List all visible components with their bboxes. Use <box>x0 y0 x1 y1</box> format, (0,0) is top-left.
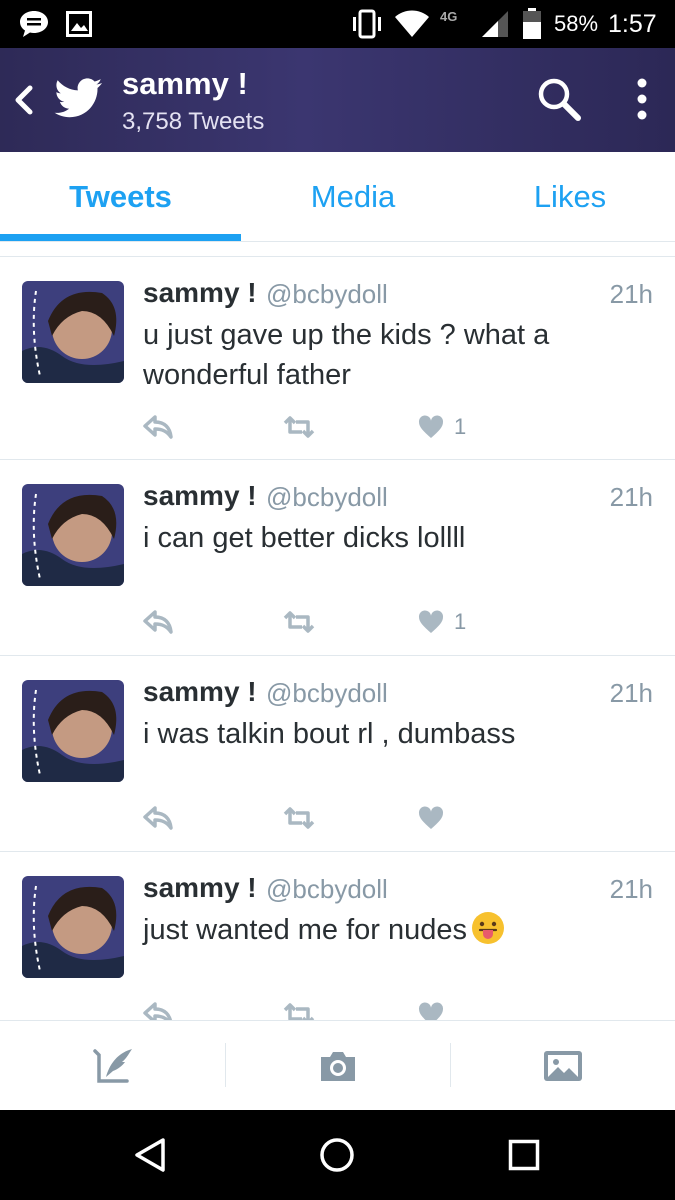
tweet-text: u just gave up the kids ? what a wonderf… <box>143 319 550 391</box>
like-button[interactable] <box>418 994 454 1020</box>
tweet-author-handle[interactable]: @bcbydoll <box>266 279 388 310</box>
camera-icon[interactable] <box>225 1021 450 1111</box>
image-icon <box>66 0 92 48</box>
tweet-text: i can get better dicks lollll <box>143 522 466 554</box>
like-button[interactable]: 1 <box>418 407 466 447</box>
tweet-item[interactable]: sammy ! @bcbydoll 21h just wanted me for… <box>0 852 675 1020</box>
chat-bubble-icon <box>18 0 50 48</box>
tab-media[interactable]: Media <box>241 152 465 242</box>
tweet-text-container: just wanted me for nudes <box>143 910 583 950</box>
retweet-icon[interactable] <box>281 407 317 447</box>
tweet-author-name[interactable]: sammy ! <box>143 277 257 309</box>
avatar[interactable] <box>22 281 124 383</box>
network-type-label: 4G <box>440 8 458 24</box>
reply-icon[interactable] <box>143 798 173 838</box>
status-bar: 4G 58% 1:57 <box>0 0 675 48</box>
tweet-timestamp: 21h <box>609 482 653 512</box>
compose-tweet-icon[interactable] <box>0 1021 225 1111</box>
retweet-icon[interactable] <box>281 602 317 642</box>
tweet-actions: 1 <box>143 407 583 447</box>
reply-icon[interactable] <box>143 407 173 447</box>
like-count: 1 <box>454 414 467 439</box>
avatar[interactable] <box>22 680 124 782</box>
wifi-icon <box>394 0 430 48</box>
tweet-timestamp: 21h <box>609 678 653 708</box>
tweet-item[interactable]: sammy ! @bcbydoll 21h u just gave up the… <box>0 257 675 460</box>
tweet-item[interactable]: sammy ! @bcbydoll 21h i can get better d… <box>0 460 675 656</box>
heart-icon <box>418 806 444 829</box>
tweet-timeline[interactable]: sammy ! @bcbydoll 21h u just gave up the… <box>0 256 675 1020</box>
system-nav-bar <box>0 1110 675 1200</box>
tweet-text: i was talkin bout rl , dumbass <box>143 718 516 750</box>
tweet-actions: 1 <box>143 602 583 642</box>
back-nav-icon[interactable] <box>120 1110 180 1200</box>
tab-tweets[interactable]: Tweets <box>0 152 241 242</box>
tweet-author-name[interactable]: sammy ! <box>143 872 257 904</box>
battery-percent: 58% <box>554 11 599 36</box>
heart-icon <box>418 415 444 438</box>
tweet-author-handle[interactable]: @bcbydoll <box>266 874 388 905</box>
profile-name: sammy ! <box>122 66 248 101</box>
profile-tabs: Tweets Media Likes <box>0 152 675 242</box>
tweet-text: just wanted me for nudes <box>143 914 468 946</box>
heart-icon <box>418 1002 444 1020</box>
tweet-author-name[interactable]: sammy ! <box>143 676 257 708</box>
overflow-menu-icon[interactable] <box>626 76 658 122</box>
back-icon[interactable] <box>8 78 40 122</box>
tweet-timestamp: 21h <box>609 279 653 309</box>
active-tab-indicator <box>0 234 241 241</box>
battery-icon <box>522 0 542 48</box>
retweet-icon[interactable] <box>281 994 317 1020</box>
tab-likes[interactable]: Likes <box>465 152 675 242</box>
avatar[interactable] <box>22 484 124 586</box>
tweet-count: 3,758 Tweets <box>122 108 265 135</box>
compose-bar <box>0 1020 675 1110</box>
gallery-icon[interactable] <box>450 1021 675 1111</box>
recents-nav-icon[interactable] <box>494 1110 554 1200</box>
signal-icon <box>480 0 510 48</box>
home-nav-icon[interactable] <box>307 1110 367 1200</box>
tweet-actions <box>143 994 583 1020</box>
retweet-icon[interactable] <box>281 798 317 838</box>
like-button[interactable] <box>418 798 454 838</box>
reply-icon[interactable] <box>143 994 173 1020</box>
profile-header: sammy ! 3,758 Tweets <box>0 48 675 152</box>
like-button[interactable]: 1 <box>418 602 466 642</box>
clock: 1:57 <box>608 9 657 38</box>
tweet-author-name[interactable]: sammy ! <box>143 480 257 512</box>
reply-icon[interactable] <box>143 602 173 642</box>
vibrate-icon <box>350 0 384 48</box>
twitter-bird-icon[interactable] <box>54 78 104 122</box>
heart-icon <box>418 610 444 633</box>
like-count: 1 <box>454 609 467 634</box>
tweet-item[interactable]: sammy ! @bcbydoll 21h i was talkin bout … <box>0 656 675 852</box>
tweet-actions <box>143 798 583 838</box>
tweet-timestamp: 21h <box>609 874 653 904</box>
face-with-tongue-emoji-icon <box>472 912 505 944</box>
tweet-author-handle[interactable]: @bcbydoll <box>266 678 388 709</box>
tweet-author-handle[interactable]: @bcbydoll <box>266 482 388 513</box>
search-icon[interactable] <box>536 76 582 122</box>
avatar[interactable] <box>22 876 124 978</box>
